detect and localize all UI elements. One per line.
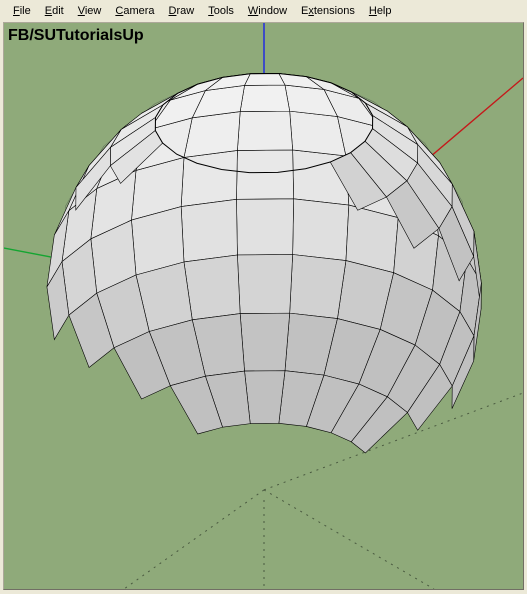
- menu-window[interactable]: Window: [241, 3, 294, 19]
- scene-3d: [4, 23, 523, 589]
- menu-bar: File Edit View Camera Draw Tools Window …: [0, 0, 527, 22]
- menu-tools[interactable]: Tools: [201, 3, 241, 19]
- menu-edit[interactable]: Edit: [38, 3, 71, 19]
- menu-view[interactable]: View: [71, 3, 109, 19]
- menu-extensions[interactable]: Extensions: [294, 3, 362, 19]
- watermark-text: FB/SUTutorialsUp: [8, 27, 144, 45]
- menu-help[interactable]: Help: [362, 3, 399, 19]
- menu-camera[interactable]: Camera: [108, 3, 161, 19]
- menu-file[interactable]: File: [6, 3, 38, 19]
- menu-draw[interactable]: Draw: [162, 3, 202, 19]
- viewport-3d[interactable]: FB/SUTutorialsUp: [3, 22, 524, 590]
